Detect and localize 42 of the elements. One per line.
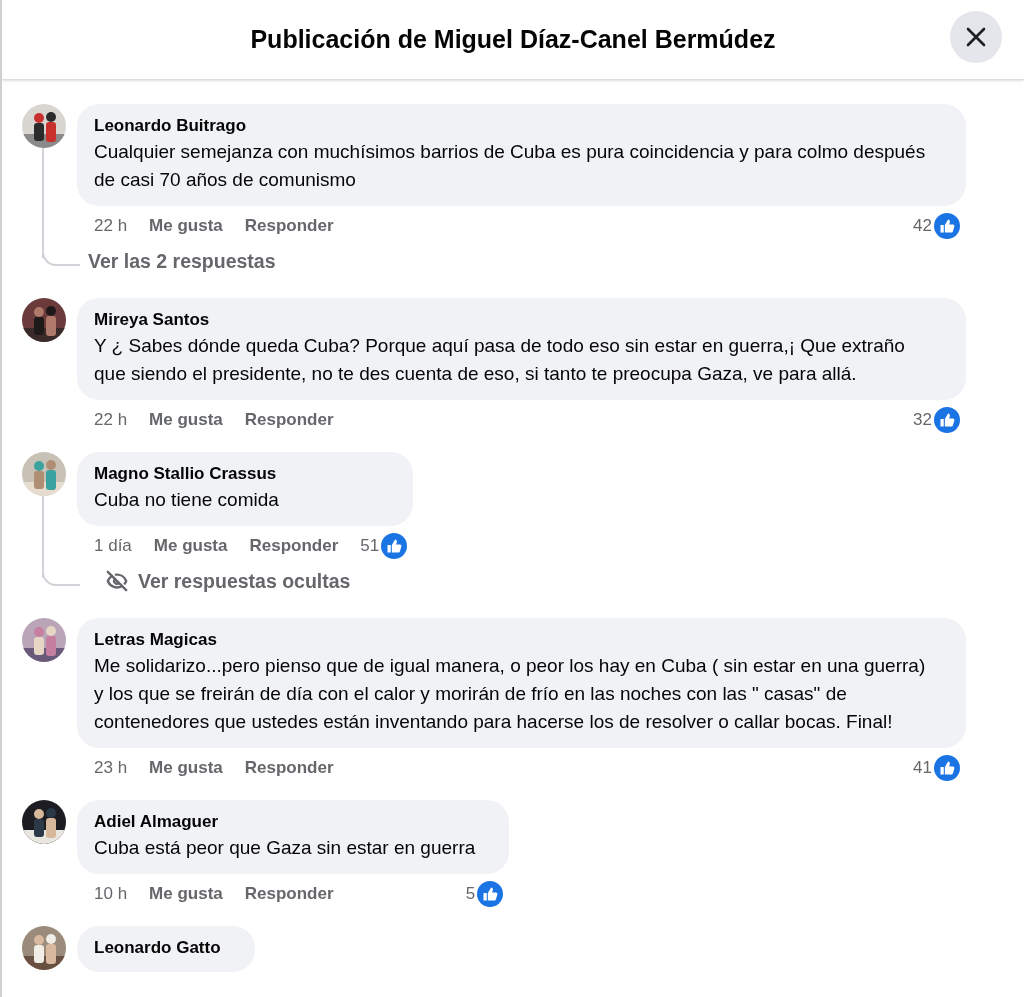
comment-time[interactable]: 22 h: [94, 407, 128, 433]
close-button[interactable]: [950, 11, 1002, 63]
dialog-title: Publicación de Miguel Díaz-Canel Bermúdez: [250, 23, 776, 55]
reply-link[interactable]: Responder: [249, 533, 339, 559]
like-icon: [934, 407, 960, 433]
like-count: 51: [360, 535, 380, 558]
comment-text: Cuba está peor que Gaza sin estar en guerra: [94, 836, 476, 860]
like-count: 32: [913, 409, 932, 432]
comment-text: Cuba no tiene comida: [94, 488, 280, 512]
like-link[interactable]: Me gusta: [149, 213, 223, 239]
comment-time[interactable]: 10 h: [94, 881, 128, 907]
comment-time[interactable]: 22 h: [94, 213, 128, 239]
like-count: 42: [913, 215, 932, 238]
hidden-replies-link[interactable]: Ver respuestas ocultas: [106, 566, 351, 596]
reply-link[interactable]: Responder: [244, 755, 334, 781]
like-link[interactable]: Me gusta: [149, 407, 223, 433]
author-name[interactable]: Letras Magicas: [94, 628, 932, 652]
reply-link[interactable]: Responder: [244, 881, 334, 907]
author-name[interactable]: Magno Stallio Crassus: [94, 462, 380, 486]
reply-link[interactable]: Responder: [244, 407, 334, 433]
like-link[interactable]: Me gusta: [149, 755, 223, 781]
eye-off-icon: [106, 570, 128, 593]
comment-text: Me solidarizo...pero pienso que de igual manera, o peor los hay en Cuba ( sin estar en una guerra) y los que se freirán de día con el calor y morirán de frío en las noches con las " casas" de contenedores que ustedes están inventando para hacerse los de resolver o callar bocas. Final!: [94, 654, 927, 734]
author-name[interactable]: Mireya Santos: [94, 308, 932, 332]
comment-text: Y ¿ Sabes dónde queda Cuba? Porque aquí pasa de todo eso sin estar en guerra,¡ Que extraño que siendo el presidente, no te des cuenta de eso, si tanto te preocupa Gaza, ve para allá.: [94, 334, 906, 386]
comment-time[interactable]: 23 h: [94, 755, 128, 781]
like-icon: [934, 213, 960, 239]
comment-text: Cualquier semejanza con muchísimos barrios de Cuba es pura coincidencia y para colmo después de casi 70 años de comunismo: [94, 140, 927, 192]
like-icon: [934, 755, 960, 781]
like-icon: [477, 881, 504, 907]
like-count: 5: [465, 883, 476, 906]
author-name[interactable]: Leonardo Buitrago: [94, 114, 932, 138]
author-name[interactable]: Leonardo Gatto: [94, 936, 221, 960]
author-name[interactable]: Adiel Almaguer: [94, 810, 476, 834]
reply-link[interactable]: Responder: [244, 213, 334, 239]
like-count: 41: [913, 757, 932, 780]
view-replies-link[interactable]: Ver las 2 respuestas: [88, 246, 276, 276]
close-icon: [964, 25, 988, 49]
like-link[interactable]: Me gusta: [153, 533, 228, 559]
comment-time[interactable]: 1 día: [94, 533, 132, 559]
like-icon: [381, 533, 408, 559]
like-link[interactable]: Me gusta: [149, 881, 223, 907]
